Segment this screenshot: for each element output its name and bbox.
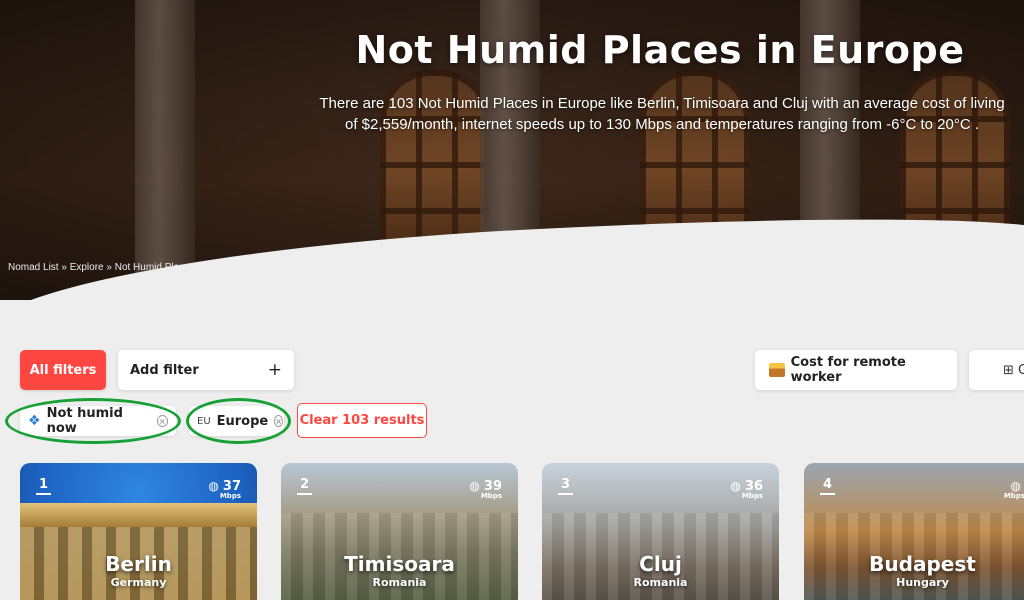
water-drop-icon: ❖ xyxy=(28,413,41,429)
city-rank: 4 xyxy=(820,477,836,495)
clear-results-button[interactable]: Clear 103 results xyxy=(297,403,427,438)
internet-speed: ◍ 36 Mbps xyxy=(730,479,763,500)
sort-label: Cost for remote worker xyxy=(790,355,906,385)
city-name: Cluj xyxy=(639,552,682,576)
sort-cost-button[interactable]: Cost for remote worker xyxy=(755,350,957,390)
remove-chip-icon[interactable]: × xyxy=(156,415,168,427)
city-card-budapest[interactable]: 4 ◍ Mbps Budapest Hungary xyxy=(804,463,1024,600)
filter-chip-not-humid[interactable]: ❖ Not humid now × xyxy=(20,406,176,436)
grid-icon: ⊞ G xyxy=(1003,362,1024,378)
all-filters-button[interactable]: All filters xyxy=(20,350,106,390)
page-description: There are 103 Not Humid Places in Europe… xyxy=(319,95,1005,133)
city-name: Berlin xyxy=(105,552,172,576)
country-name: Romania xyxy=(372,576,427,589)
wifi-icon: ◍ xyxy=(208,479,219,493)
city-rank: 1 xyxy=(36,477,52,495)
city-card-cluj[interactable]: 3 ◍ 36 Mbps Cluj Romania xyxy=(542,463,779,600)
cost-icon xyxy=(769,363,785,377)
hero-banner: Not Humid Places in Europe There are 103… xyxy=(0,0,1024,300)
wifi-icon: ◍ xyxy=(730,479,741,493)
internet-speed: ◍ Mbps xyxy=(1003,479,1024,500)
wifi-icon: ◍ xyxy=(469,479,480,493)
wifi-icon: ◍ xyxy=(1010,479,1021,493)
add-filter-label: Add filter xyxy=(130,362,199,378)
city-name: Budapest xyxy=(869,552,976,576)
city-rank: 2 xyxy=(297,477,313,495)
city-name: Timisoara xyxy=(344,552,455,576)
plus-icon: + xyxy=(267,360,282,380)
country-name: Romania xyxy=(633,576,688,589)
page-title: Not Humid Places in Europe xyxy=(355,28,965,72)
country-name: Germany xyxy=(110,576,167,589)
remove-chip-icon[interactable]: × xyxy=(274,415,283,427)
card-image xyxy=(20,503,257,527)
internet-speed: ◍ 39 Mbps xyxy=(469,479,502,500)
chip-label: Europe xyxy=(216,413,269,429)
filter-chip-europe[interactable]: EU Europe × xyxy=(189,406,284,436)
add-filter-button[interactable]: Add filter + xyxy=(118,350,294,390)
city-card-berlin[interactable]: 1 ◍ 37 Mbps Berlin Germany xyxy=(20,463,257,600)
city-card-timisoara[interactable]: 2 ◍ 39 Mbps Timisoara Romania xyxy=(281,463,518,600)
eu-flag-icon: EU xyxy=(197,415,211,427)
city-rank: 3 xyxy=(558,477,574,495)
internet-speed: ◍ 37 Mbps xyxy=(208,479,241,500)
chip-label: Not humid now xyxy=(46,406,123,436)
country-name: Hungary xyxy=(896,576,949,589)
view-toggle-button[interactable]: ⊞ G xyxy=(969,350,1024,390)
